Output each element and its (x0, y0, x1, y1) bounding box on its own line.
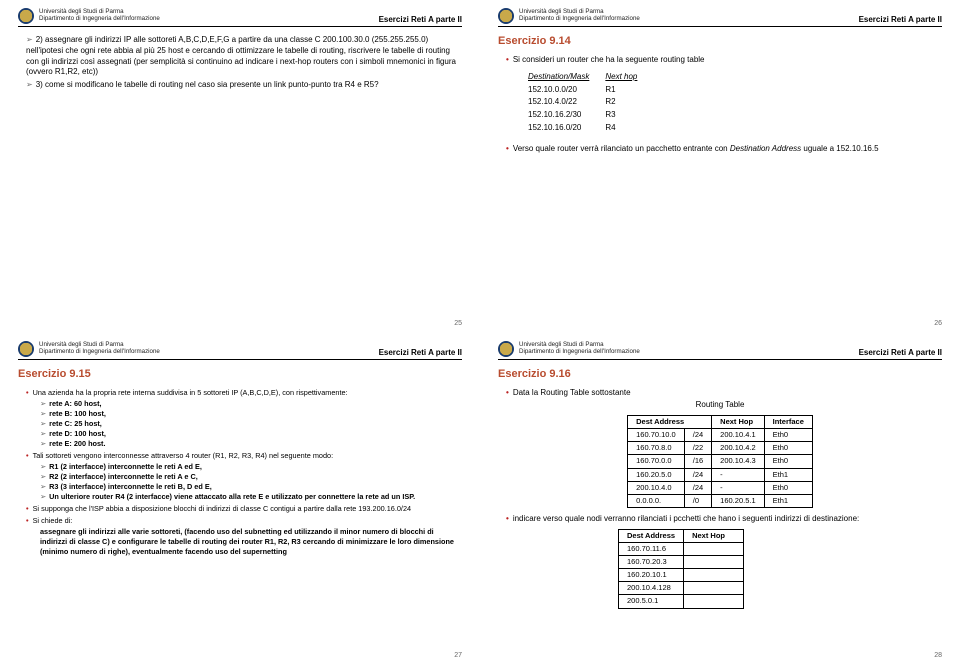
slide-header: Università degli Studi di Parma Dipartim… (18, 341, 462, 360)
institution-text: Università degli Studi di Parma Dipartim… (39, 342, 160, 356)
university-logo-icon (18, 341, 34, 357)
bullet-icon: • (26, 388, 29, 397)
question-text: Verso quale router verrà rilanciato un p… (513, 144, 728, 153)
slide-26: Università degli Studi di Parma Dipartim… (480, 0, 960, 333)
bullet-icon: • (506, 514, 509, 523)
slide-content: • Data la Routing Table sottostante Routi… (498, 388, 942, 609)
course-title: Esercizi Reti A parte II (379, 348, 462, 357)
question-text: indicare verso quale nodi verranno rilan… (513, 514, 859, 523)
bullet-icon: • (26, 451, 29, 460)
intro-text: Data la Routing Table sottostante (513, 388, 631, 397)
slide-content: • Una azienda ha la propria rete interna … (18, 388, 462, 558)
point-text: 3) come si modificano le tabelle di rout… (36, 80, 379, 89)
routing-table-simple: Destination/MaskNext hop 152.10.0.0/20R1… (526, 70, 653, 136)
institution-text: Università degli Studi di Parma Dipartim… (519, 342, 640, 356)
exercise-title: Esercizio 9.15 (18, 368, 462, 380)
bullet-icon: • (26, 516, 29, 525)
arrow-icon: ➢ (40, 419, 46, 428)
university-logo-icon (498, 341, 514, 357)
slide-27: Università degli Studi di Parma Dipartim… (0, 333, 480, 665)
routing-table: Dest AddressNext HopInterface 160.70.10.… (627, 415, 813, 508)
arrow-icon: ➢ (40, 492, 46, 501)
bullet-icon: • (506, 388, 509, 397)
page-number: 27 (454, 652, 462, 659)
arrow-icon: ➢ (40, 429, 46, 438)
p2-text: Tali sottoreti vengono interconnesse att… (33, 451, 334, 460)
slide-28: Università degli Studi di Parma Dipartim… (480, 333, 960, 665)
exercise-title: Esercizio 9.16 (498, 368, 942, 380)
page-number: 28 (934, 652, 942, 659)
slide-content: • Si consideri un router che ha la seguen… (498, 55, 942, 155)
slide-25: Università degli Studi di Parma Dipartim… (0, 0, 480, 333)
arrow-icon: ➢ (40, 482, 46, 491)
arrow-icon: ➢ (26, 35, 33, 44)
arrow-icon: ➢ (40, 462, 46, 471)
p4-text: Si chiede di: (33, 516, 73, 525)
bullet-icon: • (506, 144, 509, 153)
slide-header: Università degli Studi di Parma Dipartim… (18, 8, 462, 27)
slide-content: ➢2) assegnare gli indirizzi IP alle sott… (18, 35, 462, 91)
intro-text: Si consideri un router che ha la seguent… (513, 55, 705, 64)
institution-text: Università degli Studi di Parma Dipartim… (39, 9, 160, 23)
course-title: Esercizi Reti A parte II (379, 15, 462, 24)
bullet-icon: • (506, 55, 509, 64)
point-text: 2) assegnare gli indirizzi IP alle sotto… (26, 35, 456, 76)
p3-text: Si supponga che l'ISP abbia a disposizio… (33, 504, 412, 513)
arrow-icon: ➢ (26, 80, 33, 89)
page-number: 25 (454, 320, 462, 327)
course-title: Esercizi Reti A parte II (859, 15, 942, 24)
arrow-icon: ➢ (40, 472, 46, 481)
requirement-text: assegnare gli indirizzi alle varie sotto… (40, 527, 462, 557)
slide-header: Università degli Studi di Parma Dipartim… (498, 8, 942, 27)
course-title: Esercizi Reti A parte II (859, 348, 942, 357)
university-logo-icon (18, 8, 34, 24)
page-number: 26 (934, 320, 942, 327)
exercise-title: Esercizio 9.14 (498, 35, 942, 47)
dest-address-table: Dest AddressNext Hop 160.70.11.6 160.70.… (618, 529, 744, 609)
institution-text: Università degli Studi di Parma Dipartim… (519, 9, 640, 23)
bullet-icon: • (26, 504, 29, 513)
slide-header: Università degli Studi di Parma Dipartim… (498, 341, 942, 360)
arrow-icon: ➢ (40, 399, 46, 408)
intro-text: Una azienda ha la propria rete interna s… (33, 388, 348, 397)
arrow-icon: ➢ (40, 439, 46, 448)
university-logo-icon (498, 8, 514, 24)
arrow-icon: ➢ (40, 409, 46, 418)
routing-table-title: Routing Table (498, 400, 942, 411)
